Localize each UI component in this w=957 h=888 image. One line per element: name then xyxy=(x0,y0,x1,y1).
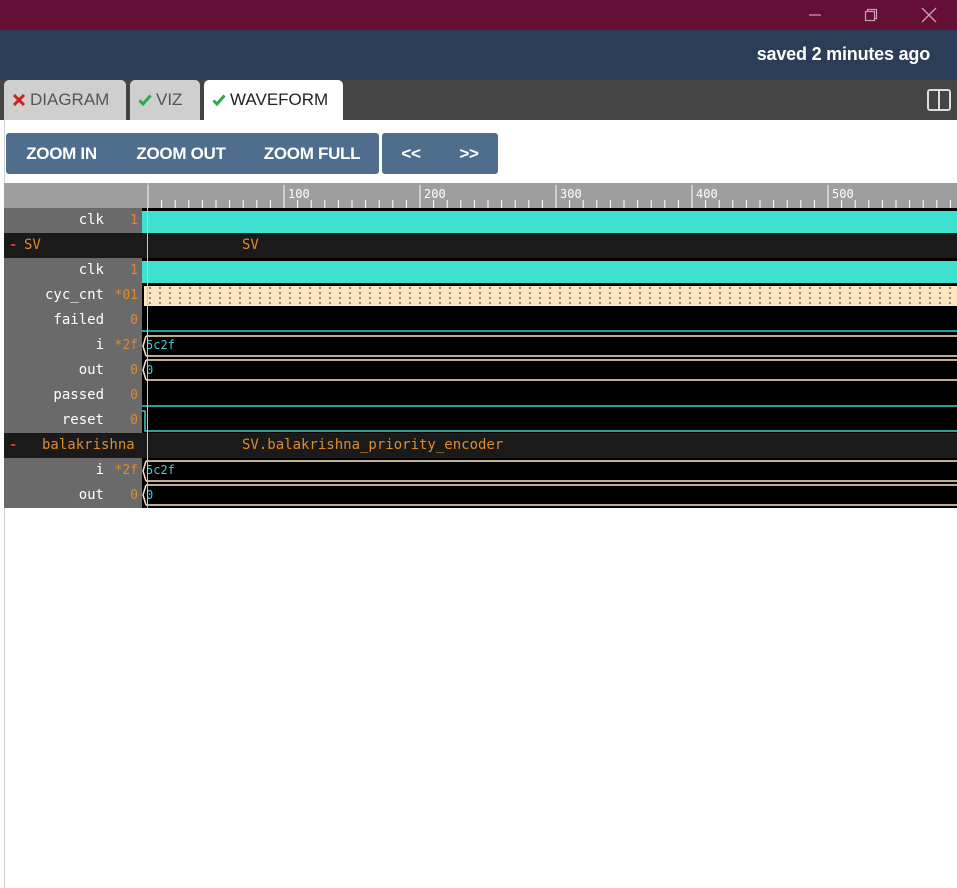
signal-name: out xyxy=(78,487,104,503)
zoom-full-button[interactable]: ZOOM FULL xyxy=(245,133,379,174)
status-bar: saved 2 minutes ago xyxy=(0,30,957,80)
restore-button[interactable] xyxy=(848,0,894,30)
close-icon xyxy=(921,7,937,23)
tab-diagram[interactable]: DIAGRAM xyxy=(4,80,126,120)
split-view-icon xyxy=(927,89,951,111)
signal-value: 0 xyxy=(130,413,138,428)
scroll-left-button[interactable]: << xyxy=(382,133,440,174)
tab-bar: DIAGRAM VIZ WAVEFORM xyxy=(0,80,957,120)
signal-name: i xyxy=(95,337,104,353)
window-titlebar xyxy=(0,0,957,30)
signal-name: clk xyxy=(78,262,104,278)
minimize-button[interactable] xyxy=(792,0,838,30)
signal-name: failed xyxy=(53,312,104,328)
group-label: SV xyxy=(242,237,259,253)
tab-viz[interactable]: VIZ xyxy=(130,80,200,120)
signal-value: 0 xyxy=(130,313,138,328)
x-icon xyxy=(12,93,26,107)
signal-name: out xyxy=(78,362,104,378)
bus-value-text: 5c2f xyxy=(146,463,175,477)
waveform-viewer[interactable]: 100 200 300 400 500 clk 1 - SV SV clk 1 … xyxy=(4,183,957,508)
signal-value: *2f xyxy=(114,463,138,478)
scroll-button-group: << >> xyxy=(382,133,498,174)
signal-value: 0 xyxy=(130,488,138,503)
signal-value: *2f xyxy=(114,338,138,353)
zoom-button-group: ZOOM IN ZOOM OUT ZOOM FULL xyxy=(6,133,379,174)
signal-name: clk xyxy=(78,212,104,228)
signal-value: *01 xyxy=(114,288,138,303)
collapse-icon[interactable]: - xyxy=(9,237,17,253)
signal-name: cyc_cnt xyxy=(44,287,104,303)
check-icon xyxy=(138,94,152,107)
save-status-text: saved 2 minutes ago xyxy=(756,44,930,64)
zoom-out-button[interactable]: ZOOM OUT xyxy=(117,133,245,174)
scroll-right-button[interactable]: >> xyxy=(440,133,498,174)
tab-label: VIZ xyxy=(156,90,183,109)
bus-value-text: 5c2f xyxy=(146,338,175,352)
signal-name: reset xyxy=(61,412,104,428)
restore-icon xyxy=(864,8,878,22)
collapse-icon[interactable]: - xyxy=(9,437,17,453)
signal-name: i xyxy=(95,462,104,478)
minimize-icon xyxy=(809,14,821,16)
signal-value: 0 xyxy=(130,363,138,378)
signal-name: passed xyxy=(53,387,104,403)
signal-value: 1 xyxy=(130,213,138,228)
signal-value: 1 xyxy=(130,263,138,278)
split-view-button[interactable] xyxy=(927,89,951,111)
tab-waveform[interactable]: WAVEFORM xyxy=(204,80,343,120)
group-label: SV.balakrishna_priority_encoder xyxy=(242,437,504,453)
close-button[interactable] xyxy=(906,0,952,30)
zoom-in-button[interactable]: ZOOM IN xyxy=(6,133,117,174)
check-icon xyxy=(212,94,226,107)
group-name: balakrishna xyxy=(42,437,135,453)
tab-label: WAVEFORM xyxy=(230,90,329,109)
tab-label: DIAGRAM xyxy=(30,90,110,109)
group-name: SV xyxy=(24,237,41,253)
signal-value: 0 xyxy=(130,388,138,403)
time-cursor[interactable] xyxy=(147,183,148,508)
